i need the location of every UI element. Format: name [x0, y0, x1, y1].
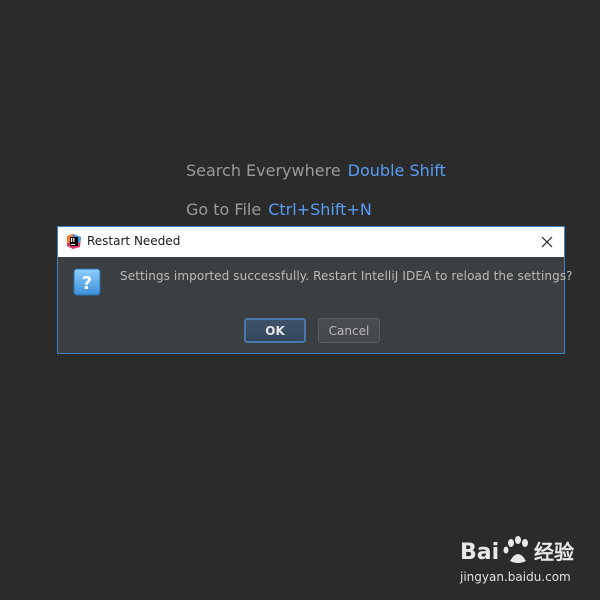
- dialog-titlebar: Restart Needed: [58, 227, 564, 257]
- baidu-jingyan-logo: Bai 经验: [460, 536, 574, 565]
- watermark-url: jingyan.baidu.com: [460, 570, 571, 584]
- search-everywhere-hint: Search Everywhere Double Shift: [186, 161, 446, 180]
- svg-text:Bai: Bai: [460, 540, 499, 565]
- intellij-idea-icon: [67, 234, 81, 249]
- go-to-file-hint: Go to File Ctrl+Shift+N: [186, 200, 372, 219]
- cancel-button[interactable]: Cancel: [318, 318, 380, 343]
- restart-needed-dialog: Restart Needed ? Settings imported succe…: [57, 226, 573, 354]
- ok-button[interactable]: OK: [244, 318, 306, 343]
- dialog-title: Restart Needed: [87, 234, 181, 248]
- go-to-file-label: Go to File: [186, 200, 262, 219]
- svg-text:经验: 经验: [534, 540, 574, 564]
- search-everywhere-shortcut: Double Shift: [347, 161, 446, 180]
- dialog-message: Settings imported successfully. Restart …: [120, 269, 573, 283]
- question-icon: ?: [73, 268, 101, 296]
- dialog-body: ? Settings imported successfully. Restar…: [58, 257, 573, 353]
- search-everywhere-label: Search Everywhere: [186, 161, 341, 180]
- svg-text:?: ?: [82, 273, 92, 294]
- close-icon: [541, 236, 553, 248]
- baidu-jingyan-watermark: Bai 经验 jingyan.baidu.com: [460, 535, 590, 590]
- go-to-file-shortcut: Ctrl+Shift+N: [268, 200, 372, 219]
- close-button[interactable]: [535, 230, 559, 254]
